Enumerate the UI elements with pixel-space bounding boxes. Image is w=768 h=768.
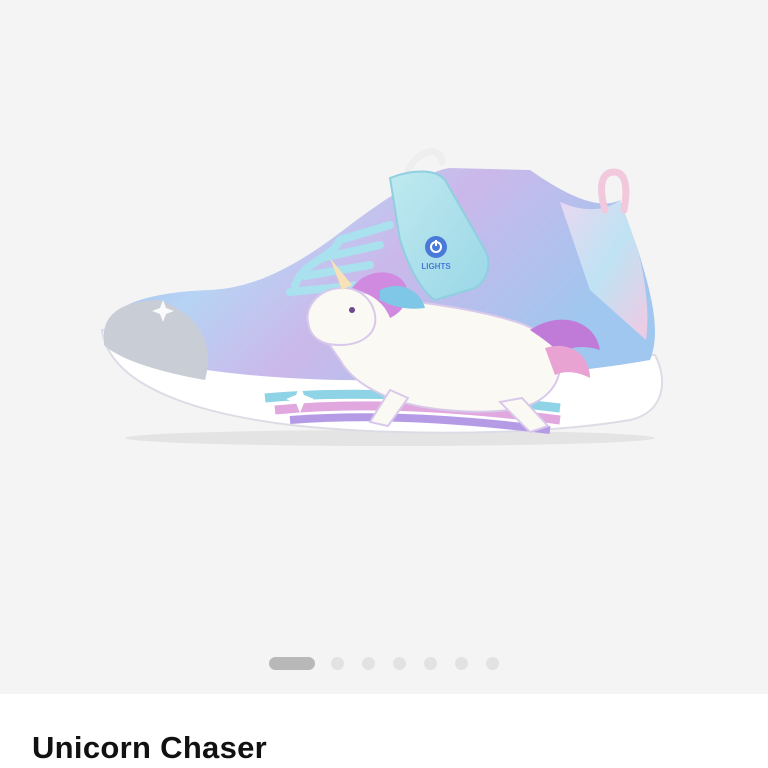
pagination-dot[interactable]: [362, 656, 375, 670]
pagination-dot[interactable]: [486, 656, 499, 670]
product-title: Unicorn Chaser: [32, 730, 268, 765]
pagination-dot-active[interactable]: [269, 656, 315, 670]
pagination-dot[interactable]: [331, 656, 344, 670]
svg-text:LIGHTS: LIGHTS: [421, 262, 451, 271]
image-pagination[interactable]: [0, 655, 768, 671]
product-image-gallery[interactable]: LIGHTS: [0, 0, 768, 694]
pagination-dot[interactable]: [455, 656, 468, 670]
pagination-dot[interactable]: [424, 656, 437, 670]
product-image[interactable]: LIGHTS: [90, 140, 680, 450]
pagination-dot[interactable]: [393, 656, 406, 670]
strap-pull-loop: [404, 148, 446, 174]
